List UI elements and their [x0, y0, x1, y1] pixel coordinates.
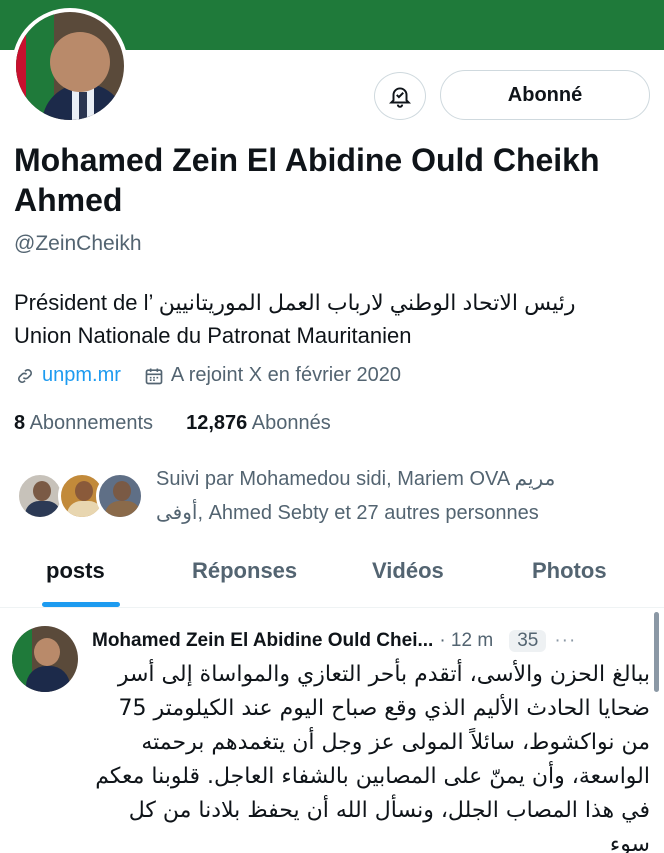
- scrollbar[interactable]: [654, 612, 659, 692]
- website-link[interactable]: unpm.mr: [42, 364, 121, 387]
- following-label: Abonnements: [29, 412, 153, 434]
- more-options-icon[interactable]: ···: [554, 630, 576, 652]
- following-count: 8: [14, 412, 26, 434]
- post-header: Mohamed Zein El Abidine Ould Chei... · 1…: [92, 626, 652, 656]
- tab-photos[interactable]: Photos: [532, 558, 607, 584]
- profile-handle: @ZeinCheikh: [14, 232, 142, 255]
- post-text: ببالغ الحزن والأسى، أتقدم بأحر التعازي و…: [95, 662, 650, 853]
- profile-bio: Président de l’ رئيس الاتحاد الوطني لارب…: [14, 286, 644, 352]
- profile-name: Mohamed Zein El Abidine Ould Cheikh Ahme…: [14, 142, 600, 218]
- post-author-name[interactable]: Mohamed Zein El Abidine Ould Chei...: [92, 630, 433, 652]
- following-link[interactable]: 8 Abonnements: [14, 412, 153, 434]
- following-button[interactable]: Abonné: [440, 70, 650, 120]
- bio-line-1-fr: Président de l’: [14, 290, 153, 315]
- followers-link[interactable]: 12,876 Abonnés: [186, 412, 331, 434]
- followers-count: 12,876: [186, 412, 248, 434]
- post-timestamp[interactable]: · 12 m: [439, 630, 493, 652]
- post-count-badge: 35: [509, 630, 547, 652]
- bio-line-2: Union Nationale du Patronat Mauritanien: [14, 323, 412, 348]
- follower-avatar[interactable]: [16, 472, 64, 520]
- tab-videos[interactable]: Vidéos: [372, 558, 444, 584]
- notifications-bell-button[interactable]: [374, 72, 426, 120]
- calendar-icon: [143, 365, 165, 387]
- tab-replies[interactable]: Réponses: [192, 558, 297, 584]
- bio-line-1-ar: رئيس الاتحاد الوطني لارباب العمل الموريت…: [158, 290, 576, 315]
- follow-stats: 8 Abonnements 12,876 Abonnés: [14, 412, 331, 435]
- joined-date: A rejoint X en février 2020: [170, 364, 402, 386]
- tab-posts[interactable]: posts: [46, 558, 105, 584]
- bio-line-1: Président de l’ رئيس الاتحاد الوطني لارب…: [14, 286, 644, 319]
- followed-by-line-1: Suivi par Mohamedou sidi, Mariem OVA مري…: [156, 468, 556, 490]
- profile-avatar[interactable]: [12, 8, 128, 124]
- followed-by-line-2: أوفى, Ahmed Sebty et 27 autres personnes: [156, 502, 539, 524]
- follower-avatar[interactable]: [96, 472, 144, 520]
- followed-by-text[interactable]: Suivi par Mohamedou sidi, Mariem OVA مري…: [156, 462, 646, 530]
- link-icon: [14, 365, 36, 387]
- post-author-avatar[interactable]: [12, 626, 78, 692]
- profile-meta: unpm.mr A rejoint X en février 2020: [14, 364, 401, 387]
- followers-label: Abonnés: [251, 412, 331, 434]
- active-tab-indicator: [42, 602, 120, 607]
- profile-tabs: posts Réponses Vidéos Photos: [0, 548, 664, 608]
- bell-notify-icon: [388, 87, 412, 108]
